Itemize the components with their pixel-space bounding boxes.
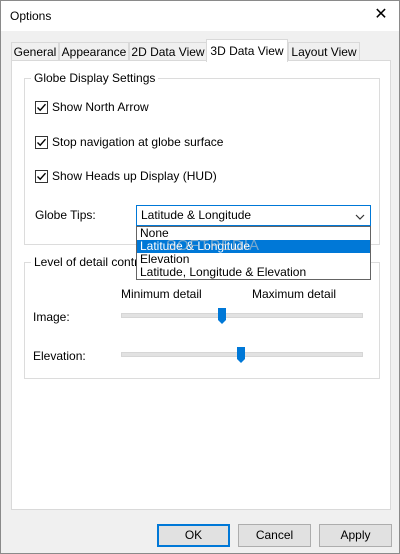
- ok-button[interactable]: OK: [157, 524, 230, 547]
- tab-appearance[interactable]: Appearance: [59, 42, 129, 61]
- stop-navigation-label: Stop navigation at globe surface: [52, 135, 224, 149]
- window-title: Options: [10, 9, 52, 23]
- show-north-arrow-label: Show North Arrow: [52, 100, 149, 114]
- globe-tips-label: Globe Tips:: [35, 208, 96, 222]
- tab-3d-data-view[interactable]: 3D Data View: [206, 39, 288, 62]
- globe-display-settings-group: Globe Display Settings Show North Arrow …: [24, 71, 380, 245]
- minimum-detail-label: Minimum detail: [121, 287, 202, 301]
- options-dialog: Options ✕ General Appearance 2D Data Vie…: [0, 0, 400, 554]
- tab-general[interactable]: General: [11, 42, 59, 61]
- image-slider-thumb[interactable]: [217, 308, 226, 324]
- checkmark-icon: [35, 170, 48, 183]
- tab-layout-view[interactable]: Layout View: [288, 42, 360, 61]
- maximum-detail-label: Maximum detail: [252, 287, 337, 301]
- show-hud-label: Show Heads up Display (HUD): [52, 169, 217, 183]
- tab-2d-data-view[interactable]: 2D Data View: [129, 42, 207, 61]
- globe-tips-option-lat-long-elevation[interactable]: Latitude, Longitude & Elevation: [137, 266, 370, 279]
- elevation-slider-thumb[interactable]: [237, 347, 245, 363]
- apply-button[interactable]: Apply: [319, 524, 392, 547]
- title-bar: Options ✕: [1, 1, 399, 31]
- globe-tips-dropdown-list: None Latitude & Longitude Elevation Lati…: [136, 226, 371, 280]
- checkmark-icon: [35, 136, 48, 149]
- globe-display-settings-label: Globe Display Settings: [31, 71, 159, 85]
- image-label: Image:: [33, 310, 70, 324]
- elevation-label: Elevation:: [33, 349, 86, 363]
- cancel-button[interactable]: Cancel: [238, 524, 311, 547]
- globe-tips-selected: Latitude & Longitude: [141, 208, 252, 222]
- close-icon[interactable]: ✕: [373, 6, 389, 24]
- globe-tips-select[interactable]: Latitude & Longitude: [136, 205, 371, 226]
- tab-panel-3d-data-view: Globe Display Settings Show North Arrow …: [11, 60, 391, 510]
- image-slider-track[interactable]: [121, 313, 363, 318]
- chevron-down-icon: [355, 210, 365, 224]
- checkmark-icon: [35, 101, 48, 114]
